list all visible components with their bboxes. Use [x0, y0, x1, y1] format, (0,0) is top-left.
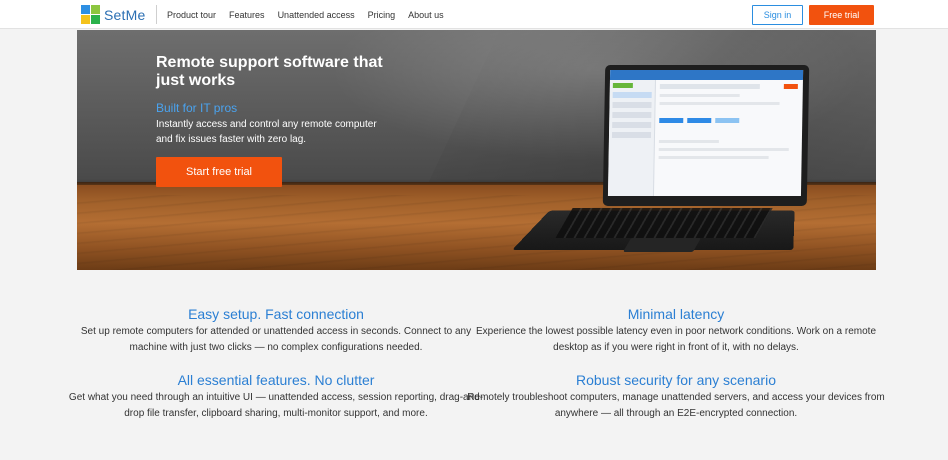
nav-unattended-access[interactable]: Unattended access [278, 10, 355, 20]
hero-title: Remote support software that just works [156, 54, 383, 89]
app-sidebar [607, 80, 656, 196]
feature-title: Easy setup. Fast connection [188, 306, 364, 322]
feature-text: Set up remote computers for attended or … [80, 326, 472, 353]
brand-logo[interactable]: SetMe [81, 4, 145, 25]
feature-title: Robust security for any scenario [576, 372, 776, 388]
main-nav: Product tour Features Unattended access … [167, 0, 457, 29]
laptop-keyboard [555, 208, 773, 238]
feature-minimal-latency: Minimal latency Experience the lowest po… [466, 306, 886, 356]
nav-product-tour[interactable]: Product tour [167, 10, 216, 20]
nav-about-us[interactable]: About us [408, 10, 444, 20]
hero-subtitle: Built for IT pros [156, 101, 238, 115]
app-screenshot [607, 70, 804, 196]
feature-title: Minimal latency [627, 306, 725, 322]
app-titlebar [609, 70, 804, 80]
feature-essential-features: All essential features. No clutter Get w… [66, 372, 486, 422]
hero-description: Instantly access and control any remote … [156, 119, 377, 145]
feature-easy-setup: Easy setup. Fast connection Set up remot… [66, 306, 486, 356]
hero-banner: Remote support software that just works … [77, 30, 876, 270]
nav-features[interactable]: Features [229, 10, 265, 20]
start-free-trial-button[interactable]: Start free trial [156, 157, 282, 187]
nav-pricing[interactable]: Pricing [368, 10, 396, 20]
laptop-screen [602, 65, 810, 206]
windows-logo-icon [81, 5, 100, 24]
app-main-panel [658, 84, 800, 192]
sign-in-button[interactable]: Sign in [752, 5, 803, 25]
feature-text: Experience the lowest possible latency e… [475, 326, 877, 353]
feature-title: All essential features. No clutter [177, 372, 375, 388]
laptop-trackpad [622, 238, 702, 252]
feature-robust-security: Robust security for any scenario Remotel… [466, 372, 886, 422]
top-navbar: SetMe Product tour Features Unattended a… [0, 0, 948, 29]
feature-text: Get what you need through an intuitive U… [68, 392, 484, 419]
free-trial-button[interactable]: Free trial [809, 5, 874, 25]
brand-name: SetMe [104, 6, 146, 23]
feature-text: Remotely troubleshoot computers, manage … [467, 392, 885, 419]
logo-divider [156, 5, 157, 24]
